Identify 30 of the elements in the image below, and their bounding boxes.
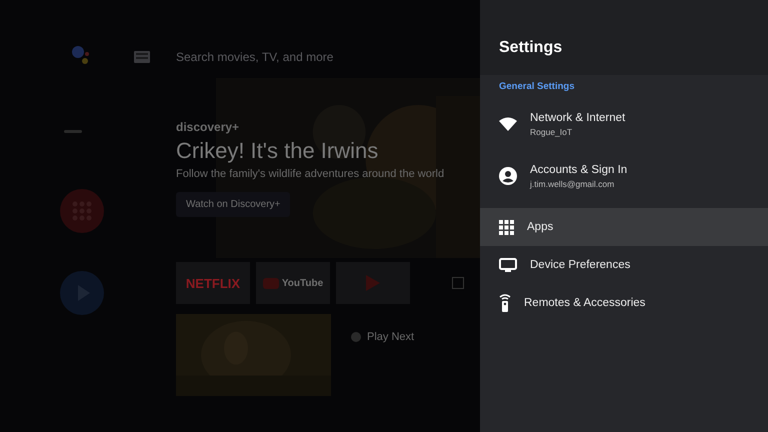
play-store-icon bbox=[366, 275, 380, 291]
provider-logo: discovery+ bbox=[176, 120, 240, 134]
item-subtitle: Rogue_IoT bbox=[530, 126, 574, 136]
item-subtitle: j.tim.wells@gmail.com bbox=[530, 178, 616, 188]
item-label: Remotes & Accessories bbox=[524, 297, 646, 309]
keyboard-icon[interactable] bbox=[134, 51, 150, 63]
page-indicator bbox=[64, 130, 82, 133]
featured-title: Crikey! It's the Irwins bbox=[176, 138, 378, 164]
app-tile[interactable] bbox=[336, 262, 410, 304]
tv-icon bbox=[499, 258, 517, 272]
settings-item[interactable]: Accounts & Sign In j.tim.wells@gmail.com bbox=[480, 156, 768, 196]
settings-item[interactable]: Remotes & Accessories bbox=[480, 284, 768, 322]
item-label: Device Preferences bbox=[530, 259, 630, 271]
item-label: Accounts & Sign In bbox=[530, 164, 628, 176]
account-icon bbox=[499, 167, 517, 185]
wifi-icon bbox=[499, 117, 517, 131]
watch-button[interactable]: Watch on Discovery+ bbox=[176, 192, 290, 217]
settings-item[interactable]: Device Preferences bbox=[480, 246, 768, 284]
apps-icon bbox=[499, 220, 514, 234]
settings-item[interactable]: Network & Internet Rogue_IoT bbox=[480, 104, 768, 144]
item-label: Network & Internet bbox=[530, 112, 626, 124]
settings-item[interactable]: Apps bbox=[480, 208, 768, 246]
apps-icon[interactable] bbox=[60, 189, 104, 233]
item-label: Apps bbox=[527, 221, 554, 233]
panel-title: Settings bbox=[499, 38, 562, 56]
app-tile[interactable]: YouTube bbox=[256, 262, 330, 304]
section-header: General Settings bbox=[498, 81, 576, 92]
featured-description: Follow the family's wildlife adventures around the world bbox=[176, 168, 444, 180]
play-next-title: Play Next bbox=[367, 331, 414, 343]
remote-icon bbox=[499, 294, 511, 312]
